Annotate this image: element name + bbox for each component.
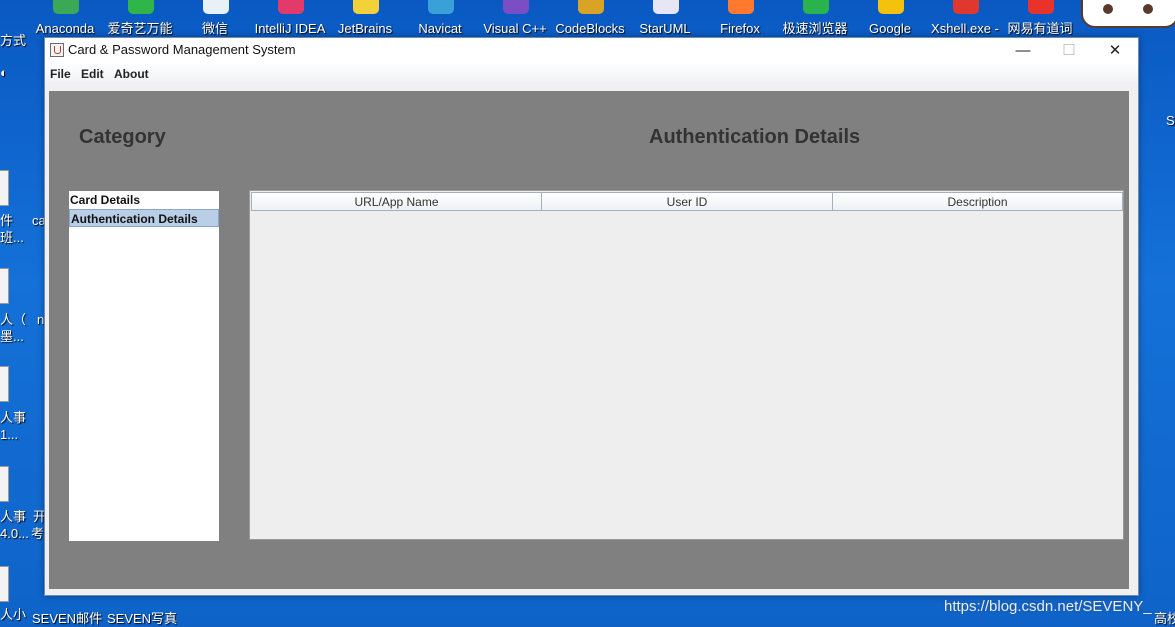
desktop-icon-label: Xshell.exe -: [931, 21, 999, 36]
desktop-icon-label: JetBrains: [337, 21, 393, 36]
desktop-label-fragment: 人事: [0, 509, 27, 524]
app-shortcut-icon: [428, 0, 454, 14]
main-content-panel: Category Authentication Details Card Det…: [49, 91, 1129, 589]
desktop-icon-label: 爱奇艺万能: [107, 21, 173, 36]
file-icon[interactable]: [0, 566, 9, 602]
desktop-icon-label[interactable]: SEVEN邮件: [32, 608, 102, 627]
desktop-icon-label: StarUML: [639, 21, 691, 36]
file-icon[interactable]: [0, 268, 9, 304]
desktop-icon-label: 微信: [201, 21, 228, 36]
desktop-icon-label: CodeBlocks: [555, 21, 625, 36]
desktop-icon-label: 高校: [1154, 611, 1175, 626]
app-shortcut-icon: [803, 0, 829, 14]
menu-edit[interactable]: Edit: [81, 67, 104, 81]
app-window: Card & Password Management System — ☐ ✕ …: [44, 37, 1139, 596]
desktop-icon-label[interactable]: SEVEN写真: [107, 608, 177, 627]
java-app-icon: [50, 43, 64, 57]
desktop-label-fragment: 班...: [0, 230, 24, 245]
desktop-label-fragment: 人事: [0, 410, 27, 425]
app-shortcut-icon: [878, 0, 904, 14]
desktop-icon-label: 网易有道词: [1007, 21, 1073, 36]
network-icon[interactable]: ◐: [0, 64, 12, 86]
desktop-icon-label: Navicat: [418, 21, 462, 36]
app-shortcut-icon: [503, 0, 529, 14]
desktop-icon-label: IntelliJ IDEA: [254, 21, 326, 36]
app-shortcut-icon: [728, 0, 754, 14]
column-header-user-id[interactable]: User ID: [541, 192, 833, 211]
column-header-url-app-name[interactable]: URL/App Name: [251, 192, 542, 211]
app-shortcut-icon: [353, 0, 379, 14]
category-heading: Category: [79, 126, 166, 148]
table-header: URL/App Name User ID Description: [251, 192, 1123, 211]
desktop-label-fragment: 4.0...: [0, 526, 29, 541]
desktop-label-fragment: S: [1166, 113, 1175, 128]
table-body[interactable]: [251, 212, 1122, 538]
desktop-label-fragment: 件: [0, 213, 14, 228]
desktop-icon-label: Google: [869, 21, 911, 36]
credentials-table: URL/App Name User ID Description: [249, 190, 1124, 540]
title-bar[interactable]: Card & Password Management System — ☐ ✕: [45, 38, 1138, 63]
category-item-card-details[interactable]: Card Details: [69, 191, 219, 209]
app-shortcut-icon: [1028, 0, 1054, 14]
mascot-sticker-icon: [1081, 0, 1175, 28]
category-list[interactable]: Card Details Authentication Details: [69, 191, 219, 541]
watermark: https://blog.csdn.net/SEVENY_: [944, 598, 1152, 615]
desktop-icon-label: Firefox: [720, 21, 760, 36]
desktop-label-fragment: 1...: [0, 427, 19, 442]
file-icon[interactable]: [0, 366, 9, 402]
menu-file[interactable]: File: [50, 67, 71, 81]
app-shortcut-icon: [578, 0, 604, 14]
minimize-button[interactable]: —: [1000, 38, 1046, 63]
maximize-button[interactable]: ☐: [1046, 38, 1092, 63]
app-shortcut-icon: [203, 0, 229, 14]
desktop-icon-label: 极速浏览器: [782, 21, 848, 36]
file-icon[interactable]: [0, 466, 9, 502]
details-heading: Authentication Details: [649, 126, 861, 148]
desktop-label-fragment: 考: [31, 526, 45, 541]
desktop-label-fragment: 墨...: [0, 329, 24, 344]
app-shortcut-icon: [128, 0, 154, 14]
window-title: Card & Password Management System: [68, 42, 296, 57]
desktop-icon-label: Visual C++: [483, 21, 547, 36]
close-button[interactable]: ✕: [1092, 38, 1138, 63]
desktop-label-fragment: 人小: [0, 607, 27, 622]
category-item-authentication-details[interactable]: Authentication Details: [69, 209, 219, 227]
app-shortcut-icon: [653, 0, 679, 14]
app-shortcut-icon: [278, 0, 304, 14]
menu-about[interactable]: About: [114, 67, 149, 81]
desktop-icon-label: Anaconda: [35, 21, 95, 36]
desktop-label-fragment: 人（: [0, 312, 27, 327]
desktop-label-fragment: 方式: [0, 33, 27, 48]
app-shortcut-icon: [53, 0, 79, 14]
file-icon[interactable]: [0, 170, 9, 206]
app-shortcut-icon: [953, 0, 979, 14]
column-header-description[interactable]: Description: [832, 192, 1123, 211]
menu-bar: File Edit About: [45, 63, 1138, 85]
